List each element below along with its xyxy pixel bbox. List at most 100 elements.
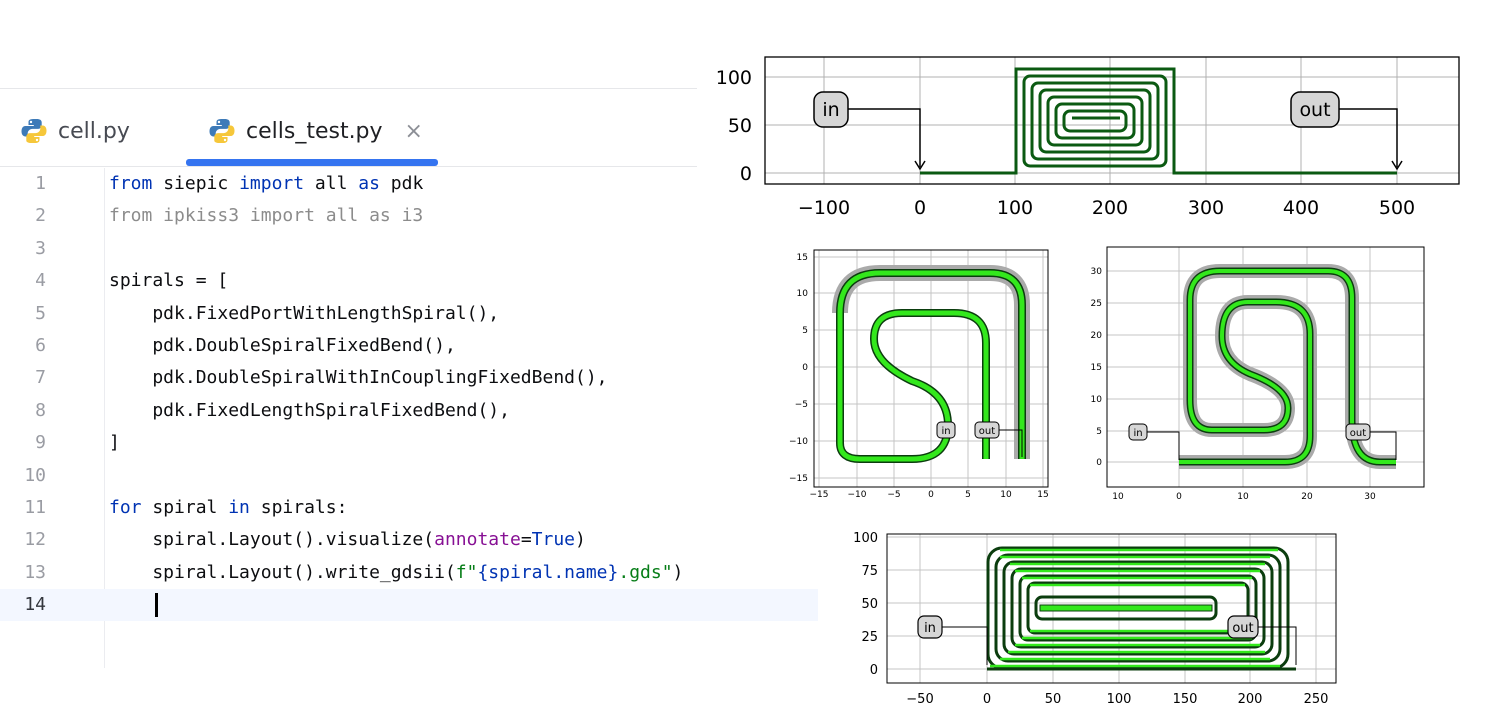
code-line[interactable]: 12 spiral.Layout().visualize(annotate=Tr… xyxy=(0,524,820,556)
x-tick-label: 10 xyxy=(1237,492,1249,502)
line-number: 14 xyxy=(24,594,46,616)
code-line[interactable]: 8 pdk.FixedLengthSpiralFixedBend(), xyxy=(0,395,820,427)
code-line[interactable]: 3 xyxy=(0,233,820,265)
y-tick-labels: 0 25 50 75 100 xyxy=(853,531,878,678)
y-tick-label: 0 xyxy=(802,363,808,373)
x-tick-label: 0 xyxy=(914,197,926,219)
code-token: pdk.FixedLengthSpiralFixedBend(), xyxy=(109,399,510,421)
x-tick-label: 15 xyxy=(1037,490,1048,500)
code-token: ] xyxy=(109,432,120,454)
tab-cells-test-py[interactable]: cells_test.py × xyxy=(208,107,423,155)
x-tick-label: 200 xyxy=(1238,692,1263,707)
code-text: pdk.DoubleSpiralWithInCouplingFixedBend(… xyxy=(109,362,608,394)
code-token: in xyxy=(228,497,250,518)
spiral-plot-1: in out −100 0 100 200 300 400 500 0 50 1… xyxy=(716,56,1460,219)
code-text: pdk.DoubleSpiralFixedBend(), xyxy=(109,330,456,362)
tab-label: cells_test.py xyxy=(246,118,383,144)
y-tick-label: 0 xyxy=(870,663,878,678)
out-label: out xyxy=(979,426,995,437)
code-line[interactable]: 4 spirals = [ xyxy=(0,265,820,297)
code-token: pdk.DoubleSpiralFixedBend(), xyxy=(109,335,456,356)
x-tick-label: 150 xyxy=(1173,692,1198,707)
x-tick-label: −5 xyxy=(887,490,900,500)
code-token: = xyxy=(520,529,532,551)
code-token: annotate xyxy=(434,529,521,551)
x-tick-labels: 10 0 10 20 30 xyxy=(1112,492,1376,502)
code-line[interactable]: 13 spiral.Layout().write_gdsii(f"{spiral… xyxy=(0,557,820,589)
line-number: 3 xyxy=(35,237,46,259)
x-tick-label: 30 xyxy=(1364,492,1376,502)
x-tick-label: 5 xyxy=(965,490,971,500)
line-number: 1 xyxy=(35,173,46,194)
code-text: spiral.Layout().write_gdsii(f"{spiral.na… xyxy=(109,557,683,589)
code-token: spiral xyxy=(141,497,229,518)
code-token: spirals: xyxy=(249,497,348,518)
active-tab-indicator xyxy=(186,159,438,166)
x-tick-labels: −50 0 50 100 150 200 250 xyxy=(906,692,1328,707)
code-line[interactable]: 7 pdk.DoubleSpiralWithInCouplingFixedBen… xyxy=(0,362,820,394)
code-token: ) xyxy=(575,529,586,551)
x-tick-label: −50 xyxy=(906,692,933,707)
text-caret xyxy=(155,593,158,618)
x-tick-label: 400 xyxy=(1283,197,1319,219)
code-line[interactable]: 11 for spiral in spirals: xyxy=(0,492,820,524)
code-line[interactable]: 1 from siepic import all as pdk xyxy=(0,168,820,200)
x-tick-label: 500 xyxy=(1379,197,1415,219)
editor-tab-bar: cell.py cells_test.py × xyxy=(0,88,697,167)
code-editor: cell.py cells_test.py × 1 from siepic imp… xyxy=(0,88,820,678)
code-token: pdk xyxy=(379,173,424,194)
line-number: 2 xyxy=(35,205,46,227)
line-number: 11 xyxy=(24,497,46,518)
code-token: from ipkiss3 import all as i3 xyxy=(109,205,424,227)
code-line[interactable]: 14 xyxy=(0,589,818,622)
grid xyxy=(1107,247,1424,487)
y-tick-label: 50 xyxy=(728,115,752,137)
tab-cell-py[interactable]: cell.py xyxy=(20,107,130,155)
code-line[interactable]: 10 xyxy=(0,460,820,492)
x-tick-label: 0 xyxy=(1176,492,1182,502)
y-tick-label: 20 xyxy=(1091,331,1103,341)
line-number: 13 xyxy=(24,561,46,583)
x-tick-label: 20 xyxy=(1301,492,1313,502)
code-token: import xyxy=(239,173,305,194)
code-text: pdk.FixedLengthSpiralFixedBend(), xyxy=(109,395,510,427)
code-token: all xyxy=(304,173,359,194)
y-tick-label: 100 xyxy=(853,531,878,546)
code-text: for spiral in spirals: xyxy=(109,492,347,524)
x-tick-label: −100 xyxy=(798,197,850,219)
line-number: 5 xyxy=(35,302,46,324)
x-tick-label: 0 xyxy=(928,490,934,500)
x-tick-label: 100 xyxy=(1107,692,1132,707)
y-tick-label: 10 xyxy=(797,289,809,299)
line-number: 4 xyxy=(35,270,46,292)
y-tick-label: 0 xyxy=(740,163,752,185)
y-tick-label: 50 xyxy=(861,597,878,612)
y-tick-labels: 0 5 10 15 20 25 30 xyxy=(1091,267,1103,468)
line-number: 8 xyxy=(35,399,46,421)
y-tick-label: 10 xyxy=(1091,395,1103,405)
x-tick-label: 10 xyxy=(1112,492,1124,502)
code-line[interactable]: 9] xyxy=(0,427,820,459)
x-tick-label: 250 xyxy=(1304,692,1329,707)
spiral-plot-4: in out −50 0 50 100 150 200 250 0 25 50 … xyxy=(853,531,1337,707)
y-tick-label: −5 xyxy=(795,400,808,410)
code-text: from ipkiss3 import all as i3 xyxy=(109,200,423,232)
code-line[interactable]: 2 from ipkiss3 import all as i3 xyxy=(0,200,820,232)
code-text: ] xyxy=(109,427,120,459)
tab-label: cell.py xyxy=(58,118,130,144)
close-icon[interactable]: × xyxy=(405,119,423,144)
spiral-plot-3: in out 10 0 10 20 30 0 5 10 15 20 25 30 xyxy=(1091,246,1425,502)
y-tick-label: 15 xyxy=(797,253,808,263)
code-token: from xyxy=(109,173,153,194)
line-number: 7 xyxy=(35,367,46,389)
code-token: f" xyxy=(455,561,478,583)
code-line[interactable]: 6 pdk.DoubleSpiralFixedBend(), xyxy=(0,330,820,362)
spiral-plot-2: in out −15 −10 −5 0 5 10 15 −15 −10 −5 0… xyxy=(789,249,1049,500)
x-tick-labels: −15 −10 −5 0 5 10 15 xyxy=(810,490,1049,500)
y-tick-labels: −15 −10 −5 0 5 10 15 xyxy=(789,253,808,484)
x-tick-label: 0 xyxy=(983,692,991,707)
x-tick-label: −10 xyxy=(848,490,867,500)
code-line[interactable]: 5 pdk.FixedPortWithLengthSpiral(), xyxy=(0,298,820,330)
in-label: in xyxy=(941,426,950,437)
code-token: pdk.DoubleSpiralWithInCouplingFixedBend(… xyxy=(109,367,608,389)
